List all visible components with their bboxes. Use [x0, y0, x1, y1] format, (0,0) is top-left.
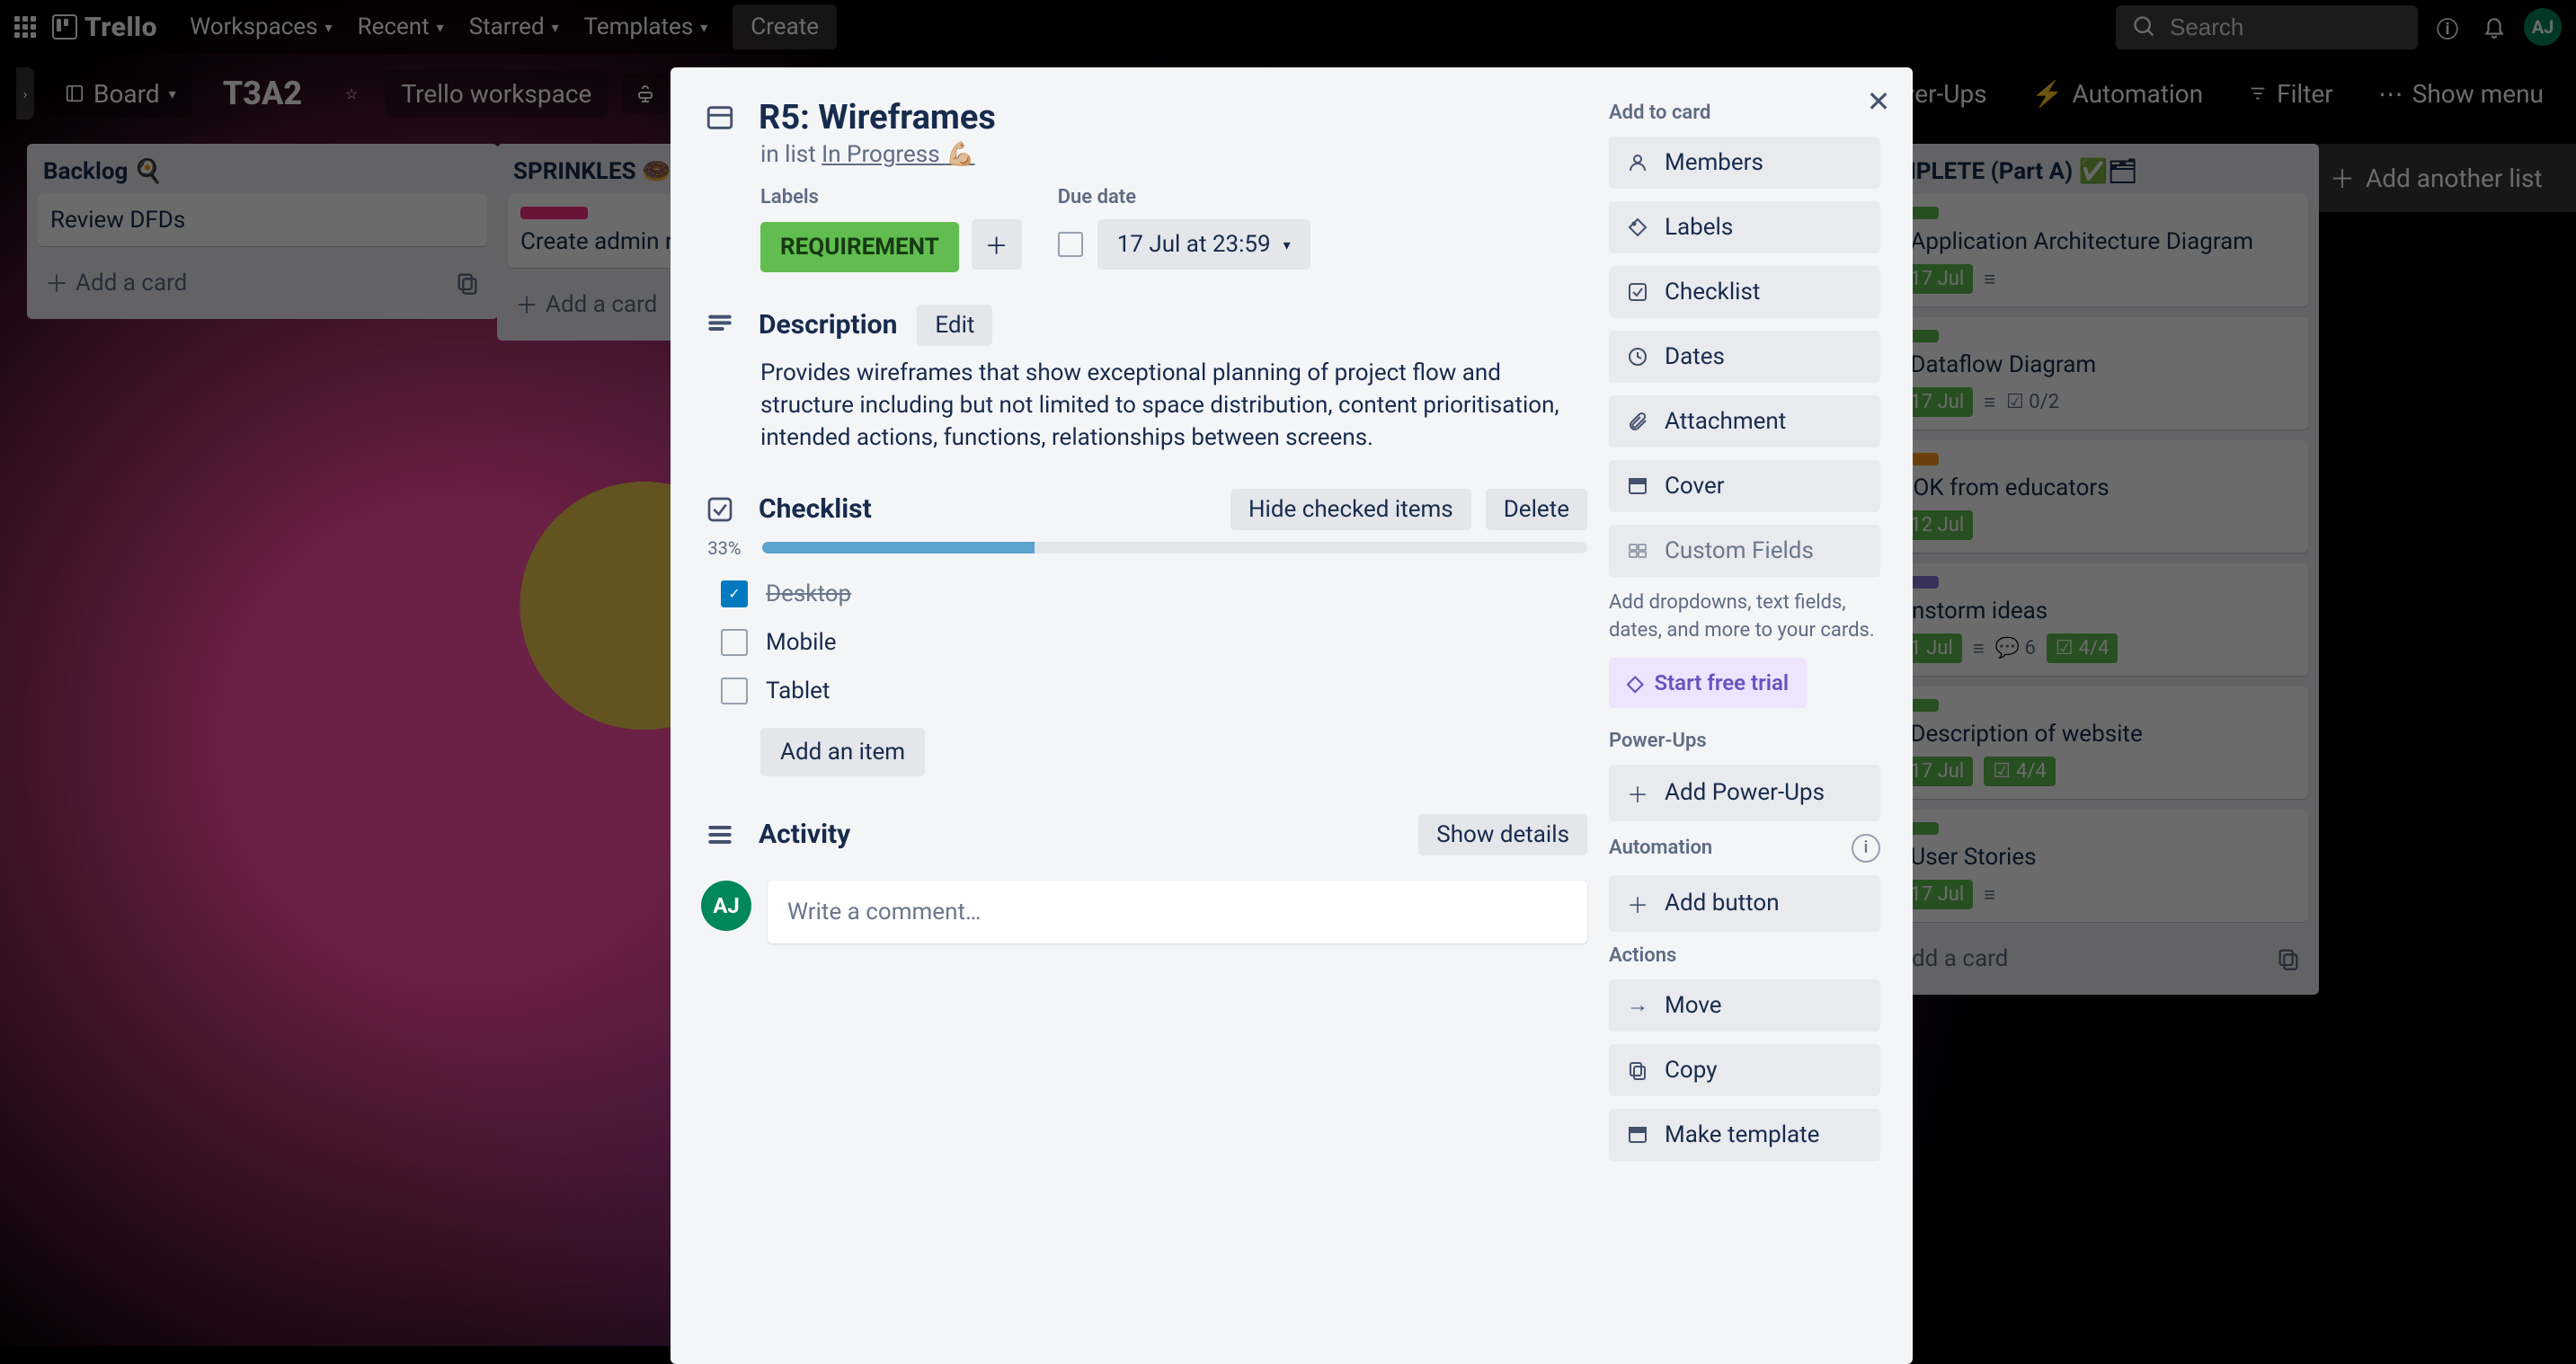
check-icon [1625, 281, 1650, 303]
chevron-down-icon: ▾ [1284, 236, 1291, 253]
checklist-item[interactable]: ✓ Desktop [701, 570, 1587, 618]
clock-icon [1625, 346, 1650, 368]
activity-icon [701, 820, 739, 849]
checklist-icon [701, 495, 739, 524]
powerups-heading: Power-Ups [1609, 730, 1880, 752]
duedate-button[interactable]: 17 Jul at 23:59▾ [1097, 219, 1310, 270]
dates-button[interactable]: Dates [1609, 331, 1880, 383]
make-template-button[interactable]: Make template [1609, 1109, 1880, 1161]
custom-fields-tip: Add dropdowns, text fields, dates, and m… [1609, 589, 1880, 645]
label-requirement[interactable]: REQUIREMENT [760, 222, 959, 272]
checklist-item[interactable]: Mobile [701, 618, 1587, 667]
add-label-button[interactable]: ＋ [972, 219, 1022, 270]
checklist-progressbar [762, 542, 1587, 554]
plus-icon: ＋ [1625, 888, 1650, 919]
add-to-card-heading: Add to card [1609, 102, 1880, 124]
checklist-item-text: Desktop [766, 580, 851, 607]
checklist-percent: 33% [701, 537, 748, 559]
cover-icon [1625, 475, 1650, 497]
card-title[interactable]: R5: Wireframes [759, 98, 996, 137]
checklist-item-text: Tablet [766, 678, 830, 704]
custom-fields-button[interactable]: Custom Fields [1609, 525, 1880, 577]
paperclip-icon [1625, 411, 1650, 432]
actions-heading: Actions [1609, 944, 1880, 967]
labels-heading: Labels [760, 186, 1022, 208]
hide-checked-button[interactable]: Hide checked items [1230, 489, 1471, 530]
duedate-heading: Due date [1058, 186, 1310, 208]
checkbox[interactable] [721, 678, 748, 704]
add-button-button[interactable]: ＋Add button [1609, 875, 1880, 932]
comment-avatar: AJ [701, 881, 751, 931]
description-heading: Description [759, 309, 897, 341]
card-detail-modal: ✕ R5: Wireframes in list In Progress 💪🏼 … [671, 67, 1913, 1364]
start-free-trial-button[interactable]: ◇Start free trial [1609, 658, 1807, 708]
add-checklist-item-button[interactable]: Add an item [760, 728, 925, 776]
show-details-button[interactable]: Show details [1418, 814, 1587, 855]
members-button[interactable]: Members [1609, 137, 1880, 189]
labels-button[interactable]: Labels [1609, 201, 1880, 253]
duedate-checkbox[interactable] [1058, 232, 1083, 257]
info-icon[interactable]: i [1852, 834, 1880, 863]
edit-description-button[interactable]: Edit [917, 305, 992, 346]
list-link[interactable]: In Progress 💪🏼 [822, 141, 974, 168]
checklist-button[interactable]: Checklist [1609, 266, 1880, 318]
card-location: in list In Progress 💪🏼 [760, 141, 1587, 168]
cover-button[interactable]: Cover [1609, 460, 1880, 512]
arrow-right-icon: → [1625, 992, 1650, 1018]
checklist-item-text: Mobile [766, 629, 837, 656]
fields-icon [1625, 540, 1650, 562]
comment-input[interactable]: Write a comment… [768, 881, 1587, 943]
activity-heading: Activity [759, 819, 850, 850]
card-icon [701, 102, 739, 133]
description-icon [701, 311, 739, 340]
checklist-item[interactable]: Tablet [701, 667, 1587, 715]
attachment-button[interactable]: Attachment [1609, 395, 1880, 447]
delete-checklist-button[interactable]: Delete [1486, 489, 1587, 530]
person-icon [1625, 152, 1650, 173]
upgrade-icon: ◇ [1627, 670, 1643, 695]
checkbox[interactable]: ✓ [721, 580, 748, 607]
copy-button[interactable]: Copy [1609, 1044, 1880, 1096]
checkbox[interactable] [721, 629, 748, 656]
description-text[interactable]: Provides wireframes that show exceptiona… [760, 357, 1569, 455]
copy-icon [1625, 1059, 1650, 1081]
template-icon [1625, 1124, 1650, 1146]
automation-heading: Automationi [1609, 834, 1880, 863]
plus-icon: ＋ [1625, 777, 1650, 809]
add-powerups-button[interactable]: ＋Add Power-Ups [1609, 765, 1880, 821]
tag-icon [1625, 217, 1650, 238]
move-button[interactable]: →Move [1609, 979, 1880, 1032]
close-button[interactable]: ✕ [1861, 84, 1896, 120]
checklist-heading: Checklist [759, 493, 872, 525]
